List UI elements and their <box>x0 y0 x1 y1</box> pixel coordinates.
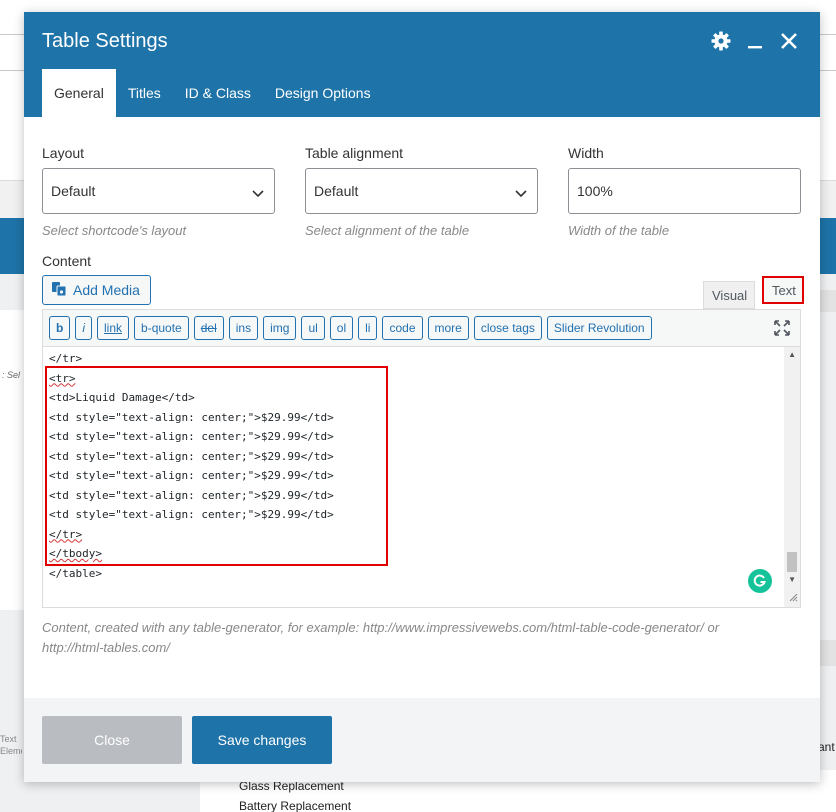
content-section: Content Add Media Visual Text b i link b… <box>24 12 820 782</box>
slider-revolution-button[interactable]: Slider Revolution <box>546 316 652 340</box>
code-editor: b i link b-quote del ins img ul ol li co… <box>42 309 801 608</box>
background-text: ant <box>818 740 835 754</box>
tab-visual[interactable]: Visual <box>703 281 755 309</box>
close-button[interactable]: Close <box>42 716 182 764</box>
code-line: <td style="text-align: center;">$29.99</… <box>49 430 334 443</box>
bold-button[interactable]: b <box>49 316 71 340</box>
tab-text[interactable]: Text <box>762 276 804 304</box>
code-content: </tr> <tr> <td>Liquid Damage</td> <td st… <box>49 349 334 583</box>
code-line: <td>Liquid Damage</td> <box>49 391 195 404</box>
content-help: Content, created with any table-generato… <box>42 620 720 655</box>
del-button[interactable]: del <box>193 316 224 340</box>
code-line: <tr> <box>49 371 76 385</box>
code-line: </tr> <box>49 527 83 541</box>
code-textarea[interactable]: </tr> <tr> <td>Liquid Damage</td> <td st… <box>43 347 800 607</box>
media-icon <box>51 281 67 300</box>
scroll-thumb[interactable] <box>787 552 797 572</box>
add-media-button[interactable]: Add Media <box>42 275 151 305</box>
editor-toolbar: b i link b-quote del ins img ul ol li co… <box>43 310 800 347</box>
background-list-item: Battery Replacement <box>239 799 352 812</box>
more-button[interactable]: more <box>427 316 469 340</box>
background-text: : Sel <box>2 370 21 380</box>
blockquote-button[interactable]: b-quote <box>134 316 189 340</box>
code-line: </table> <box>49 566 102 580</box>
code-line: <td style="text-align: center;">$29.99</… <box>49 410 334 424</box>
scrollbar[interactable]: ▲ ▼ <box>784 347 800 607</box>
modal-footer: Close Save changes <box>24 698 820 782</box>
code-line: <td style="text-align: center;">$29.99</… <box>49 508 334 521</box>
resize-handle-icon[interactable] <box>788 589 798 605</box>
li-button[interactable]: li <box>358 316 378 340</box>
background-text: Text Eleme <box>0 734 22 756</box>
img-button[interactable]: img <box>263 316 297 340</box>
code-button[interactable]: code <box>382 316 423 340</box>
content-label: Content <box>42 253 92 269</box>
italic-button[interactable]: i <box>75 316 93 340</box>
close-tags-button[interactable]: close tags <box>473 316 542 340</box>
code-line: <td style="text-align: center;">$29.99</… <box>49 488 334 502</box>
background-element <box>820 290 836 312</box>
code-line: <td style="text-align: center;">$29.99</… <box>49 469 334 482</box>
ul-button[interactable]: ul <box>301 316 325 340</box>
code-line: </tbody> <box>49 547 102 560</box>
background-column <box>0 310 24 610</box>
save-changes-button[interactable]: Save changes <box>192 716 332 764</box>
ins-button[interactable]: ins <box>228 316 259 340</box>
background-element <box>820 640 836 666</box>
link-button[interactable]: link <box>97 316 130 340</box>
scroll-up-icon[interactable]: ▲ <box>788 350 796 359</box>
code-line: <td style="text-align: center;">$29.99</… <box>49 449 334 463</box>
ol-button[interactable]: ol <box>329 316 354 340</box>
add-media-label: Add Media <box>73 282 140 298</box>
grammarly-icon[interactable] <box>748 569 772 593</box>
fullscreen-icon[interactable] <box>774 320 790 339</box>
scroll-down-icon[interactable]: ▼ <box>788 575 796 584</box>
code-line: </tr> <box>49 352 83 365</box>
